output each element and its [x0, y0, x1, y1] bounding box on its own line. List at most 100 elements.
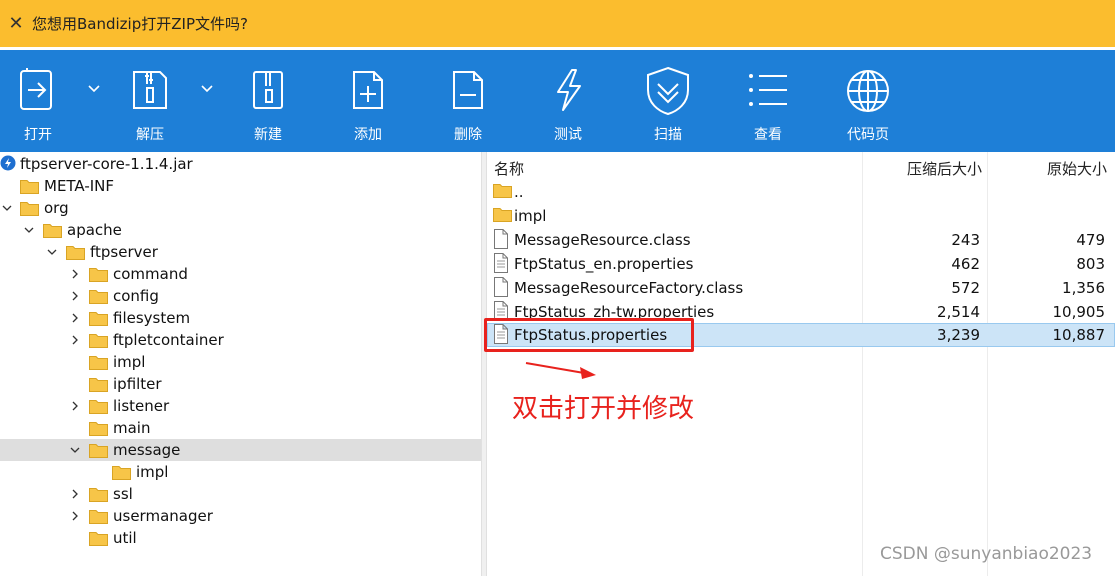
tree-item-label: impl — [113, 353, 146, 371]
original-size: 10,905 — [1052, 303, 1106, 321]
folder-icon — [89, 378, 108, 392]
watermark: CSDN @sunyanbiao2023 — [880, 544, 1093, 564]
tree-item-message[interactable]: message — [0, 439, 481, 461]
shield-icon — [647, 66, 689, 116]
zip-extract-icon — [133, 71, 167, 109]
column-header-original[interactable]: 原始大小 — [1047, 158, 1107, 179]
file-name: FtpStatus_en.properties — [514, 255, 694, 273]
tree-item-label: ftpserver — [90, 243, 158, 261]
column-header-compressed[interactable]: 压缩后大小 — [907, 158, 982, 179]
file-icon — [494, 277, 508, 297]
tree-item-label: META-INF — [44, 177, 115, 195]
close-icon[interactable]: ✕ — [0, 13, 32, 34]
tree-item-ssl[interactable]: ssl — [0, 483, 481, 505]
notification-message[interactable]: 您想用Bandizip打开ZIP文件吗? — [32, 13, 248, 34]
zip-new-icon — [253, 71, 283, 109]
chevron-down-icon[interactable] — [46, 246, 58, 258]
tree-item-ftpserver[interactable]: ftpserver — [0, 241, 481, 263]
tree-item-org[interactable]: org — [0, 197, 481, 219]
tree-item-label: ftpserver-core-1.1.4.jar — [20, 155, 193, 173]
tree-item-label: org — [44, 199, 69, 217]
codepage-label: 代码页 — [847, 127, 889, 143]
folder-icon — [20, 202, 39, 216]
open-dropdown-chevron-icon[interactable] — [86, 80, 102, 96]
open-button[interactable]: 打开 — [8, 50, 68, 152]
folder-icon — [66, 246, 85, 260]
folder-icon — [89, 444, 108, 458]
add-button[interactable]: 添加 — [338, 50, 398, 152]
tree-item-apache[interactable]: apache — [0, 219, 481, 241]
file-name: MessageResourceFactory.class — [514, 279, 744, 297]
tree-item-listener[interactable]: listener — [0, 395, 481, 417]
add-file-icon — [353, 71, 383, 109]
tree-item-impl[interactable]: impl — [0, 351, 481, 373]
tree-item-command[interactable]: command — [0, 263, 481, 285]
toolbar: 打开 解压 新建 添加 删除 测试 扫描 查看 代码页 — [0, 50, 1115, 152]
chevron-down-icon[interactable] — [23, 224, 35, 236]
folder-icon — [89, 290, 108, 304]
tree-item-label: util — [113, 529, 137, 547]
compressed-size: 2,514 — [937, 303, 980, 321]
folder-icon — [89, 400, 108, 414]
test-label: 测试 — [554, 127, 582, 143]
tree-item-meta-inf[interactable]: META-INF — [0, 175, 481, 197]
delete-button[interactable]: 删除 — [438, 50, 498, 152]
list-item-parent[interactable]: .. — [487, 180, 1115, 204]
tree-item-label: main — [113, 419, 151, 437]
original-size: 479 — [1076, 231, 1105, 249]
compressed-size: 462 — [951, 255, 980, 273]
tree-item-label: apache — [67, 221, 122, 239]
chevron-down-icon[interactable] — [1, 202, 13, 214]
tree-item-ipfilter[interactable]: ipfilter — [0, 373, 481, 395]
tree-item-filesystem[interactable]: filesystem — [0, 307, 481, 329]
chevron-right-icon[interactable] — [69, 334, 81, 346]
list-item-impl[interactable]: impl — [487, 204, 1115, 228]
file-icon — [494, 229, 508, 249]
tree-item-root[interactable]: ftpserver-core-1.1.4.jar — [0, 153, 481, 175]
scan-label: 扫描 — [654, 127, 682, 143]
tree-item-ftpletcontainer[interactable]: ftpletcontainer — [0, 329, 481, 351]
tree-item-message-impl[interactable]: impl — [0, 461, 481, 483]
scan-button[interactable]: 扫描 — [638, 50, 698, 152]
tree-item-config[interactable]: config — [0, 285, 481, 307]
original-size: 1,356 — [1062, 279, 1105, 297]
chevron-down-icon[interactable] — [69, 444, 81, 456]
extract-dropdown-chevron-icon[interactable] — [199, 80, 215, 96]
bandizip-archive-icon — [0, 155, 16, 171]
open-icon — [20, 68, 52, 110]
tree-item-label: impl — [136, 463, 169, 481]
file-name: MessageResource.class — [514, 231, 691, 249]
list-item-ftpstatus-en[interactable]: FtpStatus_en.properties 462 803 — [487, 252, 1115, 276]
notification-bar: ✕ 您想用Bandizip打开ZIP文件吗? — [0, 0, 1115, 50]
add-label: 添加 — [354, 127, 382, 143]
new-label: 新建 — [254, 127, 282, 143]
bandizip-window: { "notification": { "close_glyph": "✕", … — [0, 0, 1115, 576]
chevron-right-icon[interactable] — [69, 488, 81, 500]
tree-item-label: listener — [113, 397, 170, 415]
test-button[interactable]: 测试 — [538, 50, 598, 152]
tree-item-label: ssl — [113, 485, 133, 503]
view-button[interactable]: 查看 — [738, 50, 798, 152]
chevron-right-icon[interactable] — [69, 400, 81, 412]
tree-item-util[interactable]: util — [0, 527, 481, 549]
chevron-right-icon[interactable] — [69, 268, 81, 280]
chevron-right-icon[interactable] — [69, 510, 81, 522]
delete-label: 删除 — [454, 127, 482, 143]
view-label: 查看 — [754, 127, 782, 143]
original-size: 803 — [1076, 255, 1105, 273]
folder-icon — [89, 510, 108, 524]
new-button[interactable]: 新建 — [238, 50, 298, 152]
tree-item-label: message — [113, 441, 181, 459]
tree-item-usermanager[interactable]: usermanager — [0, 505, 481, 527]
list-item-messageresource-class[interactable]: MessageResource.class 243 479 — [487, 228, 1115, 252]
codepage-button[interactable]: 代码页 — [838, 50, 898, 152]
chevron-right-icon[interactable] — [69, 312, 81, 324]
column-header-name[interactable]: 名称 — [494, 158, 524, 179]
tree-item-main[interactable]: main — [0, 417, 481, 439]
list-view-icon — [749, 74, 787, 106]
extract-button[interactable]: 解压 — [120, 50, 180, 152]
folder-icon — [20, 180, 39, 194]
chevron-right-icon[interactable] — [69, 290, 81, 302]
tree-item-label: config — [113, 287, 159, 305]
list-item-messageresourcefactory-class[interactable]: MessageResourceFactory.class 572 1,356 — [487, 276, 1115, 300]
